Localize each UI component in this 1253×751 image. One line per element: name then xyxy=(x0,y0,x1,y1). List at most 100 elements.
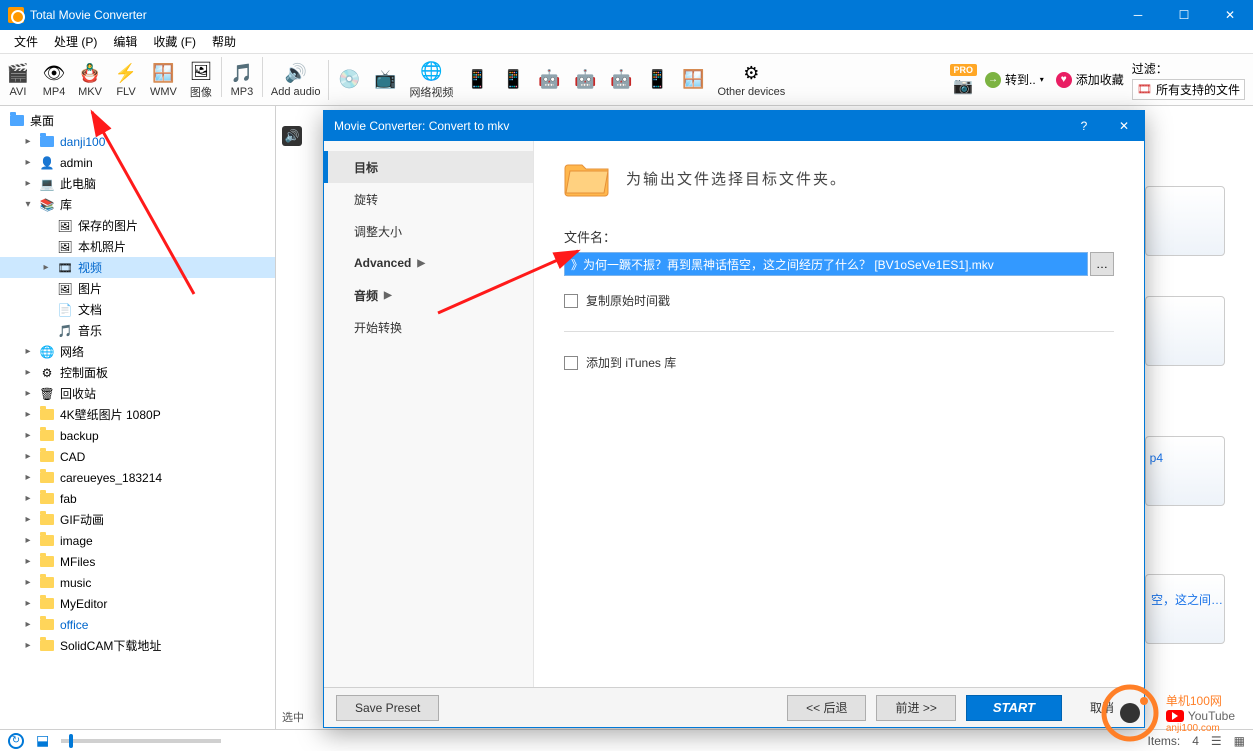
device-icon: 📺 xyxy=(373,67,397,91)
format-mp3-button[interactable]: 🎵MP3 xyxy=(224,57,260,102)
device-button[interactable]: 🤖 xyxy=(531,57,567,102)
device-button[interactable]: 📺 xyxy=(367,57,403,102)
dialog-nav-item[interactable]: 目标 xyxy=(324,151,533,183)
tree-item-label: 文档 xyxy=(78,301,102,318)
device-button[interactable]: 🪟 xyxy=(675,57,711,102)
close-button[interactable]: ✕ xyxy=(1207,0,1253,30)
chevron-icon: ▸ xyxy=(22,178,34,189)
dialog-nav-item[interactable]: Advanced▶ xyxy=(324,247,533,279)
tree-item[interactable]: ▸fab xyxy=(0,488,275,509)
tree-item[interactable]: ▸⚙控制面板 xyxy=(0,362,275,383)
tree-item[interactable]: ▸ office xyxy=(0,614,275,635)
tree-item-icon: 📄 xyxy=(56,302,74,318)
tree-item[interactable]: ▸SolidCAM下载地址 xyxy=(0,635,275,656)
back-button[interactable]: << 后退 xyxy=(787,695,866,721)
convert-to-button[interactable]: →转到..▾ xyxy=(981,69,1048,90)
tree-item[interactable]: 🖼保存的图片 xyxy=(0,215,275,236)
format-add audio-button[interactable]: 🔊Add audio xyxy=(265,57,327,102)
device-button[interactable]: 📱 xyxy=(639,57,675,102)
save-preset-button[interactable]: Save Preset xyxy=(336,695,439,721)
tree-item[interactable]: ▸MyEditor xyxy=(0,593,275,614)
format-flv-button[interactable]: ⚡FLV xyxy=(108,57,144,102)
dialog-nav-item[interactable]: 旋转 xyxy=(324,183,533,215)
device-button[interactable]: 💿 xyxy=(331,57,367,102)
chevron-icon: ▸ xyxy=(22,430,34,441)
tree-item[interactable]: 🖼图片 xyxy=(0,278,275,299)
dialog-nav-item[interactable]: 音频▶ xyxy=(324,279,533,311)
tree-item[interactable]: ▸careueyes_183214 xyxy=(0,467,275,488)
tree-item[interactable]: ▸danji100 xyxy=(0,131,275,152)
tree-item-icon xyxy=(38,638,56,654)
device-button[interactable]: 🤖 xyxy=(603,57,639,102)
next-button[interactable]: 前进 >> xyxy=(876,695,955,721)
format-图像-button[interactable]: 🖼图像 xyxy=(183,57,219,102)
tree-item[interactable]: 🖼本机照片 xyxy=(0,236,275,257)
menu-edit[interactable]: 编辑 xyxy=(105,30,145,53)
dialog-footer: Save Preset << 后退 前进 >> START 取消 xyxy=(324,687,1144,727)
device-icon: 📱 xyxy=(465,67,489,91)
file-thumbnail[interactable] xyxy=(1145,436,1225,506)
format-icon: 🪟 xyxy=(151,61,175,85)
tree-item[interactable]: 🎵音乐 xyxy=(0,320,275,341)
format-mkv-button[interactable]: 🪆MKV xyxy=(72,57,108,102)
tree-item[interactable]: ▸🎞视频 xyxy=(0,257,275,278)
device-button[interactable]: 🤖 xyxy=(567,57,603,102)
tree-item[interactable]: ▸backup xyxy=(0,425,275,446)
tree-item[interactable]: ▾📚库 xyxy=(0,194,275,215)
dialog-titlebar: Movie Converter: Convert to mkv ? ✕ xyxy=(324,111,1144,141)
dialog-nav-item[interactable]: 开始转换 xyxy=(324,311,533,343)
copy-timestamp-checkbox[interactable]: 复制原始时间戳 xyxy=(564,292,1114,309)
expand-icon[interactable]: ⬓ xyxy=(36,732,49,749)
device-button[interactable]: 📱 xyxy=(495,57,531,102)
tree-root[interactable]: 桌面 xyxy=(0,110,275,131)
chevron-icon: ▸ xyxy=(22,619,34,630)
tree-item[interactable]: ▸music xyxy=(0,572,275,593)
device-button[interactable]: 📱 xyxy=(459,57,495,102)
tree-item[interactable]: 📄文档 xyxy=(0,299,275,320)
device-button[interactable]: 🌐网络视频 xyxy=(403,57,459,102)
menu-process[interactable]: 处理 (P) xyxy=(46,30,105,53)
file-thumbnail[interactable] xyxy=(1145,186,1225,256)
format-mp4-button[interactable]: 👁MP4 xyxy=(36,57,72,102)
filename-input[interactable] xyxy=(564,252,1088,276)
chevron-icon: ▸ xyxy=(22,367,34,378)
tree-item[interactable]: ▸💻此电脑 xyxy=(0,173,275,194)
tree-item[interactable]: ▸MFiles xyxy=(0,551,275,572)
cancel-button[interactable]: 取消 xyxy=(1072,695,1132,721)
menu-favorites[interactable]: 收藏 (F) xyxy=(145,30,204,53)
tree-item-label: office xyxy=(60,618,88,632)
minimize-button[interactable]: ─ xyxy=(1115,0,1161,30)
dialog-nav-item[interactable]: 调整大小 xyxy=(324,215,533,247)
format-wmv-button[interactable]: 🪟WMV xyxy=(144,57,183,102)
file-thumbnail[interactable] xyxy=(1145,296,1225,366)
start-button[interactable]: START xyxy=(966,695,1062,721)
tree-item[interactable]: ▸🗑回收站 xyxy=(0,383,275,404)
menu-file[interactable]: 文件 xyxy=(6,30,46,53)
items-label: Items: xyxy=(1148,734,1181,748)
chevron-icon: ▸ xyxy=(22,346,34,357)
chevron-icon: ▸ xyxy=(22,472,34,483)
maximize-button[interactable]: ☐ xyxy=(1161,0,1207,30)
menu-help[interactable]: 帮助 xyxy=(204,30,244,53)
browse-button[interactable]: … xyxy=(1090,252,1114,276)
tree-item[interactable]: ▸4K壁纸图片 1080P xyxy=(0,404,275,425)
file-thumbnail[interactable] xyxy=(1145,574,1225,644)
add-itunes-checkbox[interactable]: 添加到 iTunes 库 xyxy=(564,354,1114,371)
view-grid-icon[interactable]: ▦ xyxy=(1234,734,1245,748)
add-favorite-button[interactable]: ♥添加收藏 xyxy=(1052,69,1128,90)
tree-item[interactable]: ▸GIF动画 xyxy=(0,509,275,530)
tree-item[interactable]: ▸🌐网络 xyxy=(0,341,275,362)
dialog-close-button[interactable]: ✕ xyxy=(1104,111,1144,141)
tree-item[interactable]: ▸image xyxy=(0,530,275,551)
tree-item[interactable]: ▸👤admin xyxy=(0,152,275,173)
view-list-icon[interactable]: ☰ xyxy=(1211,734,1222,748)
format-icon: 🖼 xyxy=(189,59,213,83)
format-avi-button[interactable]: 🎬AVI xyxy=(0,57,36,102)
filter-dropdown[interactable]: 🎞所有支持的文件 xyxy=(1132,79,1245,100)
device-button[interactable]: ⚙Other devices xyxy=(711,57,791,102)
menu-bar: 文件 处理 (P) 编辑 收藏 (F) 帮助 xyxy=(0,30,1253,54)
tree-item[interactable]: ▸CAD xyxy=(0,446,275,467)
refresh-icon[interactable]: ↻ xyxy=(8,733,24,749)
dialog-help-button[interactable]: ? xyxy=(1064,111,1104,141)
zoom-slider[interactable] xyxy=(61,739,221,743)
